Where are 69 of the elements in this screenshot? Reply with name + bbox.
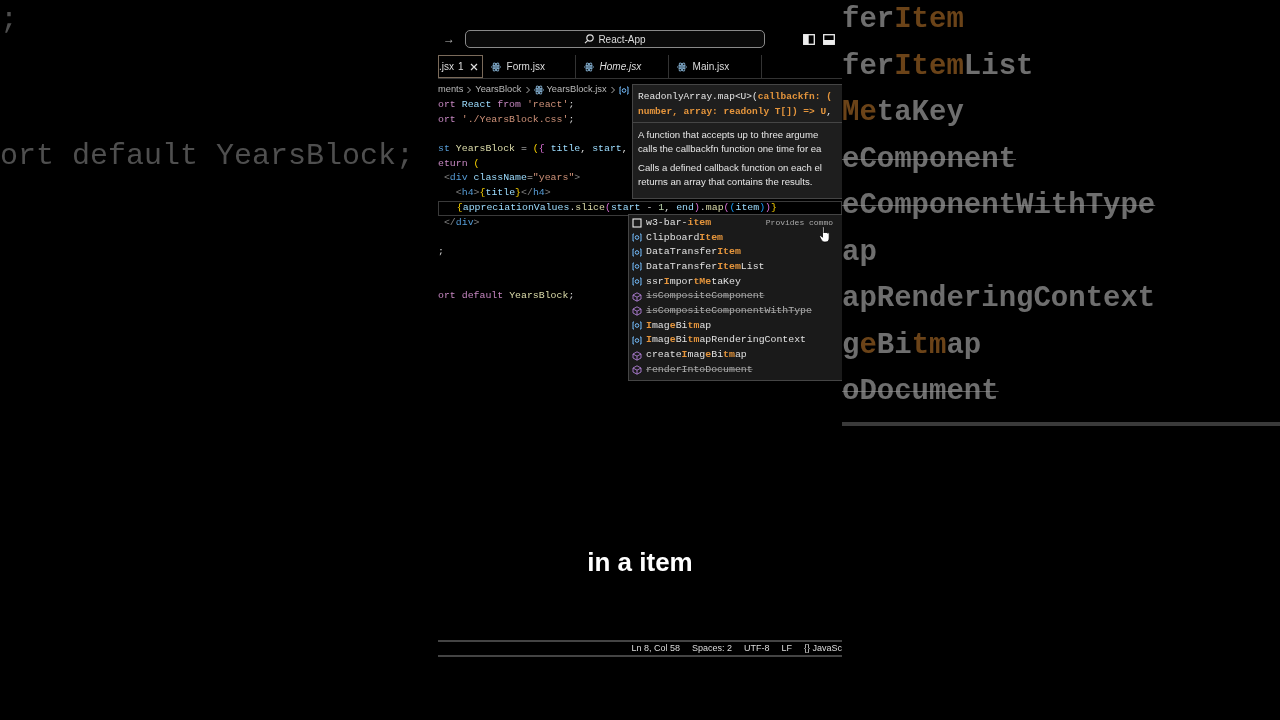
suggestion-item[interactable]: createImageBitmap (629, 348, 842, 363)
status-item[interactable]: UTF-8 (743, 641, 770, 656)
command-search-field[interactable]: React-App (465, 30, 765, 48)
suggestion-item[interactable]: isCompositeComponentWithType (629, 304, 842, 319)
doc-paragraph: Calls a defined callback function on each el returns an array that contains the results. (637, 161, 823, 189)
variable-icon (632, 321, 642, 332)
panel-toggle-icon[interactable] (823, 33, 835, 45)
blurred-code-line: ; (0, 2, 19, 38)
status-item[interactable]: {} JavaSc (803, 641, 842, 656)
code-line: {appreciationValues.slice(start - 1, end).map((item))} (455, 201, 777, 215)
code-line: ort './YearsBlock.css'; (438, 112, 575, 127)
sidebar-toggle-icon[interactable] (803, 33, 815, 45)
atom-icon (676, 61, 687, 72)
code-line: st YearsBlock = ({ title, start, (438, 142, 628, 157)
suggestion-item[interactable]: ImageBitmap (629, 318, 842, 334)
breadcrumb-item[interactable]: YearsBlock (475, 83, 522, 97)
blurred-code-line: ferItem (842, 2, 964, 38)
breadcrumb-item[interactable]: ments (438, 83, 464, 97)
blurred-code-line: apRenderingContext (842, 281, 1156, 317)
signature-text: ReadonlyArray.map<U>(callbackfn: ( (638, 90, 832, 104)
search-icon (584, 34, 595, 44)
code-line: ort default YearsBlock; (438, 288, 575, 303)
code-line: </div> (442, 215, 480, 230)
chevron-icon (609, 86, 616, 94)
cube-icon (632, 365, 642, 376)
cube-icon (632, 306, 642, 317)
blurred-code-line: ap (842, 234, 877, 271)
suggestion-item[interactable]: DataTransferItemList (629, 260, 842, 275)
signature-text: number, array: readonly T[]) => U, (638, 105, 832, 119)
atom-icon (583, 61, 594, 72)
close-icon[interactable] (469, 62, 478, 71)
suggestion-item[interactable]: ImageBitmapRenderingContext (629, 333, 842, 349)
suggestion-item[interactable]: ClipboardItem (629, 230, 842, 246)
code-line: eturn ( (438, 156, 480, 171)
caption-text: in a item (587, 546, 693, 579)
variable-icon (632, 247, 642, 258)
variable-icon (632, 233, 642, 244)
variable-icon (632, 262, 642, 273)
chevron-icon (524, 86, 531, 94)
chevron-icon (466, 86, 473, 94)
doc-paragraph: A function that accepts up to three argume calls the callbackfn function one time for ea (637, 128, 823, 156)
blurred-code-line: MetaKey (842, 95, 964, 131)
cube-icon (632, 350, 642, 361)
square-icon (632, 218, 642, 229)
blurred-code-line: ort default YearsBlock; (0, 138, 416, 174)
code-line: ; (438, 244, 444, 259)
suggestion-item[interactable]: w3-bar-item Provides commo (629, 216, 842, 231)
variable-icon (632, 335, 642, 346)
variable-icon (618, 85, 629, 95)
code-line: <div className="years"> (442, 171, 581, 186)
atom-icon (490, 61, 501, 72)
suggestion-item[interactable]: isCompositeComponent (629, 289, 842, 305)
code-line: <h4>{title}</h4> (454, 186, 551, 201)
hand-pointer-icon (819, 226, 831, 243)
suggestion-item[interactable]: DataTransferItem (629, 245, 842, 261)
atom-icon (533, 85, 544, 95)
suggestion-item[interactable]: renderIntoDocument (629, 362, 842, 378)
back-button[interactable]: → (443, 30, 465, 48)
breadcrumb-item[interactable]: YearsBlock.jsx (546, 83, 607, 97)
blurred-code-line: ferItemList (842, 48, 1034, 85)
code-line: ort React from 'react'; (438, 98, 575, 112)
status-item[interactable]: Ln 8, Col 58 (631, 641, 680, 656)
cube-icon (632, 291, 642, 302)
blurred-code-line: geBitmap (842, 327, 982, 364)
status-item[interactable]: Spaces: 2 (691, 641, 732, 656)
editor-tab[interactable]: .jsx 1 (438, 55, 483, 78)
suggestion-item[interactable]: ssrImportMetaKey (629, 274, 842, 290)
variable-icon (632, 277, 642, 288)
status-item[interactable]: LF (781, 641, 792, 656)
